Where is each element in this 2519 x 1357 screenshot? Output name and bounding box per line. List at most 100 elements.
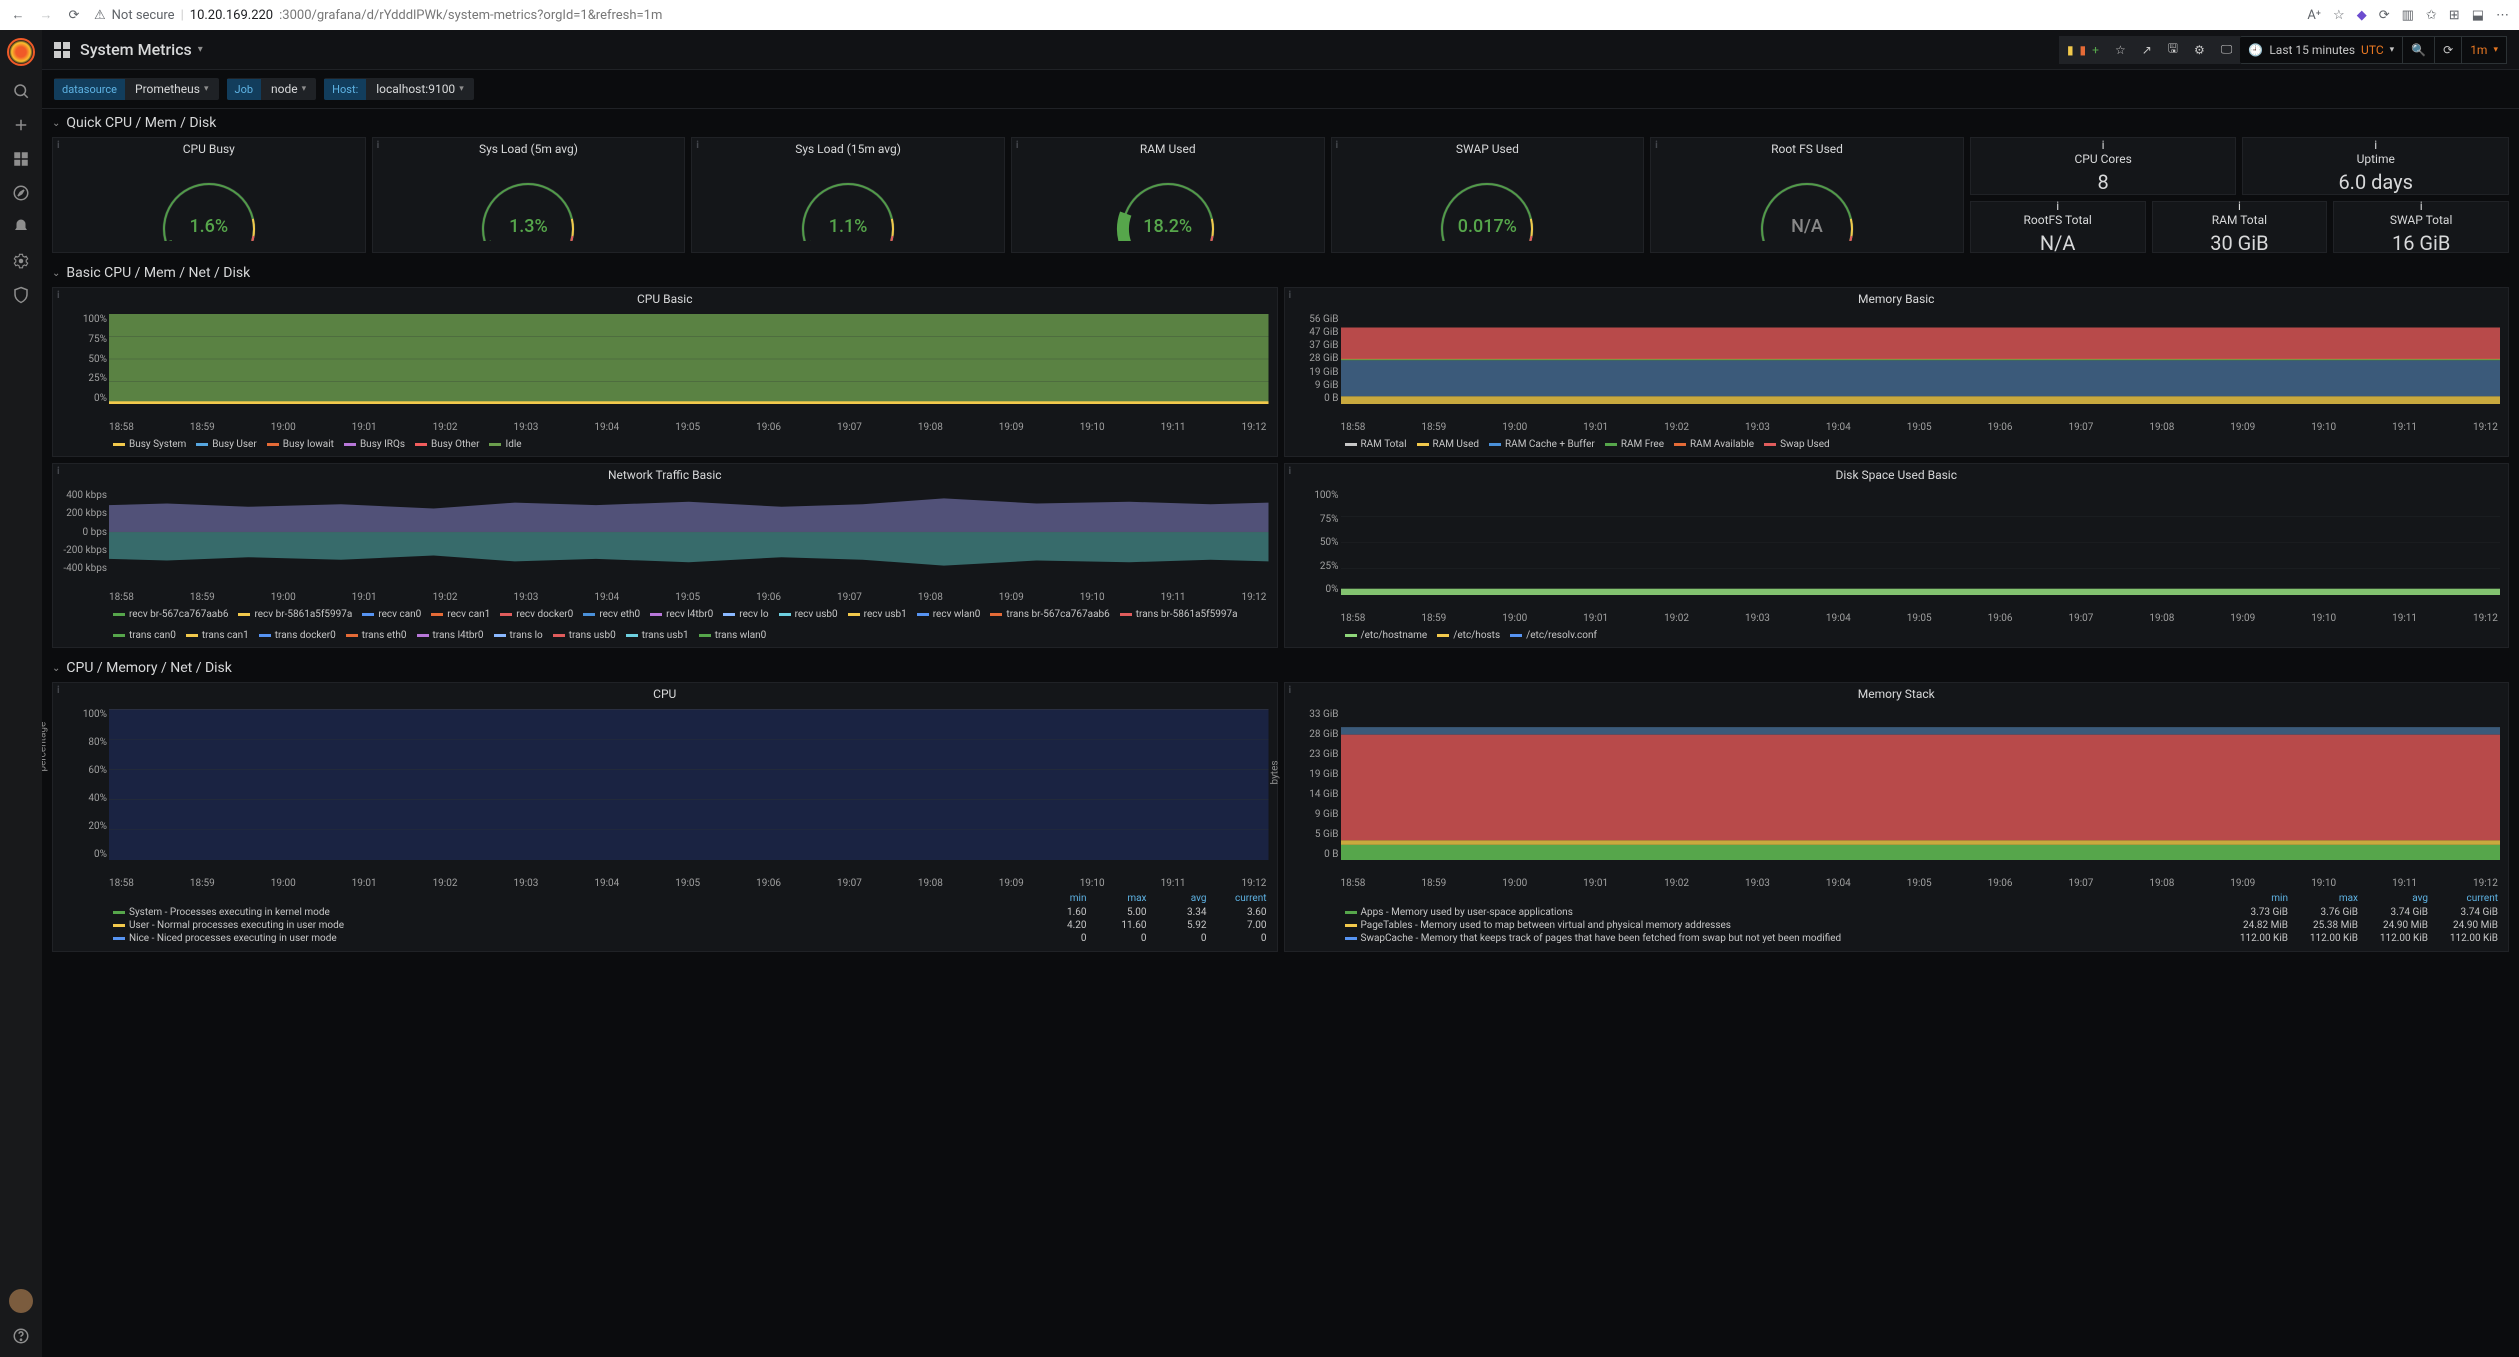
chevron-down-icon[interactable]: ▾ [198, 44, 203, 55]
stat-rootfs_total[interactable]: iRootFS TotalN/A [1970, 201, 2146, 253]
extension-icon[interactable]: ◆ [2357, 8, 2367, 23]
config-icon[interactable] [12, 252, 30, 270]
gauge-sys_load15[interactable]: i Sys Load (15m avg) 1.1% [691, 137, 1005, 253]
legend-item[interactable]: trans l4tbr0 [417, 630, 484, 641]
legend-item[interactable]: recv br-5861a5f5997a [238, 609, 352, 620]
row-header-basic[interactable]: ⌄Basic CPU / Mem / Net / Disk [42, 259, 2519, 287]
legend-item[interactable]: recv eth0 [583, 609, 640, 620]
stat-uptime[interactable]: iUptime6.0 days [2242, 137, 2509, 195]
table-row[interactable]: SwapCache - Memory that keeps track of p… [1345, 932, 2499, 945]
gauge-swap_used[interactable]: i SWAP Used 0.017% [1331, 137, 1645, 253]
address-bar[interactable]: ⚠ Not secure | 10.20.169.220:3000/grafan… [94, 8, 2295, 23]
forward-icon[interactable]: → [38, 7, 54, 23]
legend-item[interactable]: RAM Used [1417, 439, 1479, 450]
legend-item[interactable]: Busy Iowait [267, 439, 334, 450]
legend-item[interactable]: /etc/hosts [1437, 630, 1500, 641]
legend-item[interactable]: trans eth0 [346, 630, 407, 641]
back-icon[interactable]: ← [10, 7, 26, 23]
time-range-picker[interactable]: 🕘 Last 15 minutes UTC ▾ [2240, 36, 2403, 64]
legend-item[interactable]: trans usb1 [626, 630, 689, 641]
table-row[interactable]: Apps - Memory used by user-space applica… [1345, 906, 2499, 919]
gauge-rootfs[interactable]: i Root FS Used N/A [1650, 137, 1964, 253]
row-header-detail[interactable]: ⌄CPU / Memory / Net / Disk [42, 654, 2519, 682]
gauge-cpu_busy[interactable]: i CPU Busy 1.6% [52, 137, 366, 253]
add-panel-button[interactable]: ▮▮+ [2059, 36, 2107, 64]
var-host[interactable]: Host:localhost:9100▾ [324, 78, 474, 100]
extensions-icon[interactable]: ⬓ [2472, 8, 2484, 23]
gauge-ram_used[interactable]: i RAM Used 18.2% [1011, 137, 1325, 253]
legend-item[interactable]: recv docker0 [500, 609, 573, 620]
collections-icon[interactable]: ⊞ [2449, 8, 2460, 23]
share-button[interactable]: ↗ [2134, 36, 2160, 64]
var-datasource[interactable]: datasourcePrometheus▾ [54, 78, 219, 100]
legend-item[interactable]: /etc/hostname [1345, 630, 1428, 641]
panel-network-basic[interactable]: i Network Traffic Basic 400 kbps200 kbps… [52, 463, 1278, 648]
legend-item[interactable]: recv wlan0 [917, 609, 981, 620]
explore-icon[interactable] [12, 184, 30, 202]
legend-item[interactable]: Swap Used [1764, 439, 1830, 450]
star-button[interactable]: ☆ [2107, 36, 2134, 64]
gauge-sys_load5[interactable]: i Sys Load (5m avg) 1.3% [372, 137, 686, 253]
table-row[interactable]: PageTables - Memory used to map between … [1345, 919, 2499, 932]
legend-item[interactable]: trans br-567ca767aab6 [990, 609, 1109, 620]
plus-icon[interactable] [12, 116, 30, 134]
stat-cores[interactable]: iCPU Cores8 [1970, 137, 2237, 195]
reload-icon[interactable]: ⟳ [66, 7, 82, 23]
panel-disk-basic[interactable]: i Disk Space Used Basic 100%75%50%25%0% … [1284, 463, 2510, 648]
legend-item[interactable]: Busy IRQs [344, 439, 405, 450]
panel-cpu-basic[interactable]: i CPU Basic 100%75%50%25%0% 18:5818:5919… [52, 287, 1278, 457]
legend-item[interactable]: trans wlan0 [699, 630, 767, 641]
stat-swap_total[interactable]: iSWAP Total16 GiB [2333, 201, 2509, 253]
legend-item[interactable]: trans br-5861a5f5997a [1120, 609, 1238, 620]
legend-item[interactable]: /etc/resolv.conf [1510, 630, 1597, 641]
refresh-interval-picker[interactable]: 1m▾ [2462, 36, 2507, 64]
legend-item[interactable]: trans lo [494, 630, 543, 641]
alert-icon[interactable] [12, 218, 30, 236]
legend-item[interactable]: RAM Free [1605, 439, 1664, 450]
legend-item[interactable]: trans can1 [186, 630, 249, 641]
view-mode-button[interactable]: 🖵 [2213, 36, 2241, 64]
refresh2-icon[interactable]: ⟳ [2379, 8, 2390, 23]
legend-item[interactable]: recv can1 [431, 609, 490, 620]
favorite-icon[interactable]: ☆ [2333, 8, 2345, 23]
legend-item[interactable]: Idle [489, 439, 521, 450]
legend-item[interactable]: trans docker0 [259, 630, 336, 641]
panel-memory-stack[interactable]: i Memory Stack bytes 33 GiB28 GiB23 GiB1… [1284, 682, 2510, 952]
grafana-logo-icon[interactable] [7, 38, 35, 66]
read-aloud-icon[interactable]: A⁺ [2307, 8, 2321, 23]
refresh-button[interactable]: ⟳ [2435, 36, 2462, 64]
dashboard-title[interactable]: System Metrics [80, 40, 192, 59]
user-avatar-icon[interactable] [9, 1289, 33, 1313]
panel-cpu-detail[interactable]: i CPU percentage 100%80%60%40%20%0% 18:5… [52, 682, 1278, 952]
dashboard-icon[interactable] [54, 42, 70, 58]
search-icon[interactable] [12, 82, 30, 100]
stat-ram_total[interactable]: iRAM Total30 GiB [2152, 201, 2328, 253]
table-row[interactable]: System - Processes executing in kernel m… [113, 906, 1267, 919]
help-icon[interactable] [12, 1327, 30, 1345]
table-row[interactable]: User - Normal processes executing in use… [113, 919, 1267, 932]
sidebar-icon[interactable]: ▥ [2402, 8, 2414, 23]
var-job[interactable]: Jobnode▾ [227, 78, 317, 100]
legend-item[interactable]: recv usb1 [848, 609, 907, 620]
legend-item[interactable]: RAM Total [1345, 439, 1407, 450]
menu-icon[interactable]: ⋯ [2496, 8, 2509, 23]
legend-item[interactable]: RAM Available [1674, 439, 1754, 450]
legend-item[interactable]: recv br-567ca767aab6 [113, 609, 228, 620]
settings-button[interactable]: ⚙ [2186, 36, 2213, 64]
legend-item[interactable]: Busy System [113, 439, 186, 450]
save-button[interactable]: 🖫 [2160, 36, 2186, 64]
legend-item[interactable]: trans can0 [113, 630, 176, 641]
legend-item[interactable]: recv usb0 [779, 609, 838, 620]
row-header-quick[interactable]: ⌄Quick CPU / Mem / Disk [42, 109, 2519, 137]
table-row[interactable]: Nice - Niced processes executing in user… [113, 932, 1267, 945]
legend-item[interactable]: recv lo [723, 609, 768, 620]
zoom-out-button[interactable]: 🔍 [2403, 36, 2435, 64]
panel-memory-basic[interactable]: i Memory Basic 56 GiB47 GiB37 GiB28 GiB1… [1284, 287, 2510, 457]
legend-item[interactable]: Busy Other [415, 439, 479, 450]
legend-item[interactable]: Busy User [196, 439, 256, 450]
favorites-icon[interactable]: ✩ [2426, 8, 2437, 23]
legend-item[interactable]: recv l4tbr0 [650, 609, 713, 620]
legend-item[interactable]: trans usb0 [553, 630, 616, 641]
shield-icon[interactable] [12, 286, 30, 304]
dashboards-icon[interactable] [12, 150, 30, 168]
